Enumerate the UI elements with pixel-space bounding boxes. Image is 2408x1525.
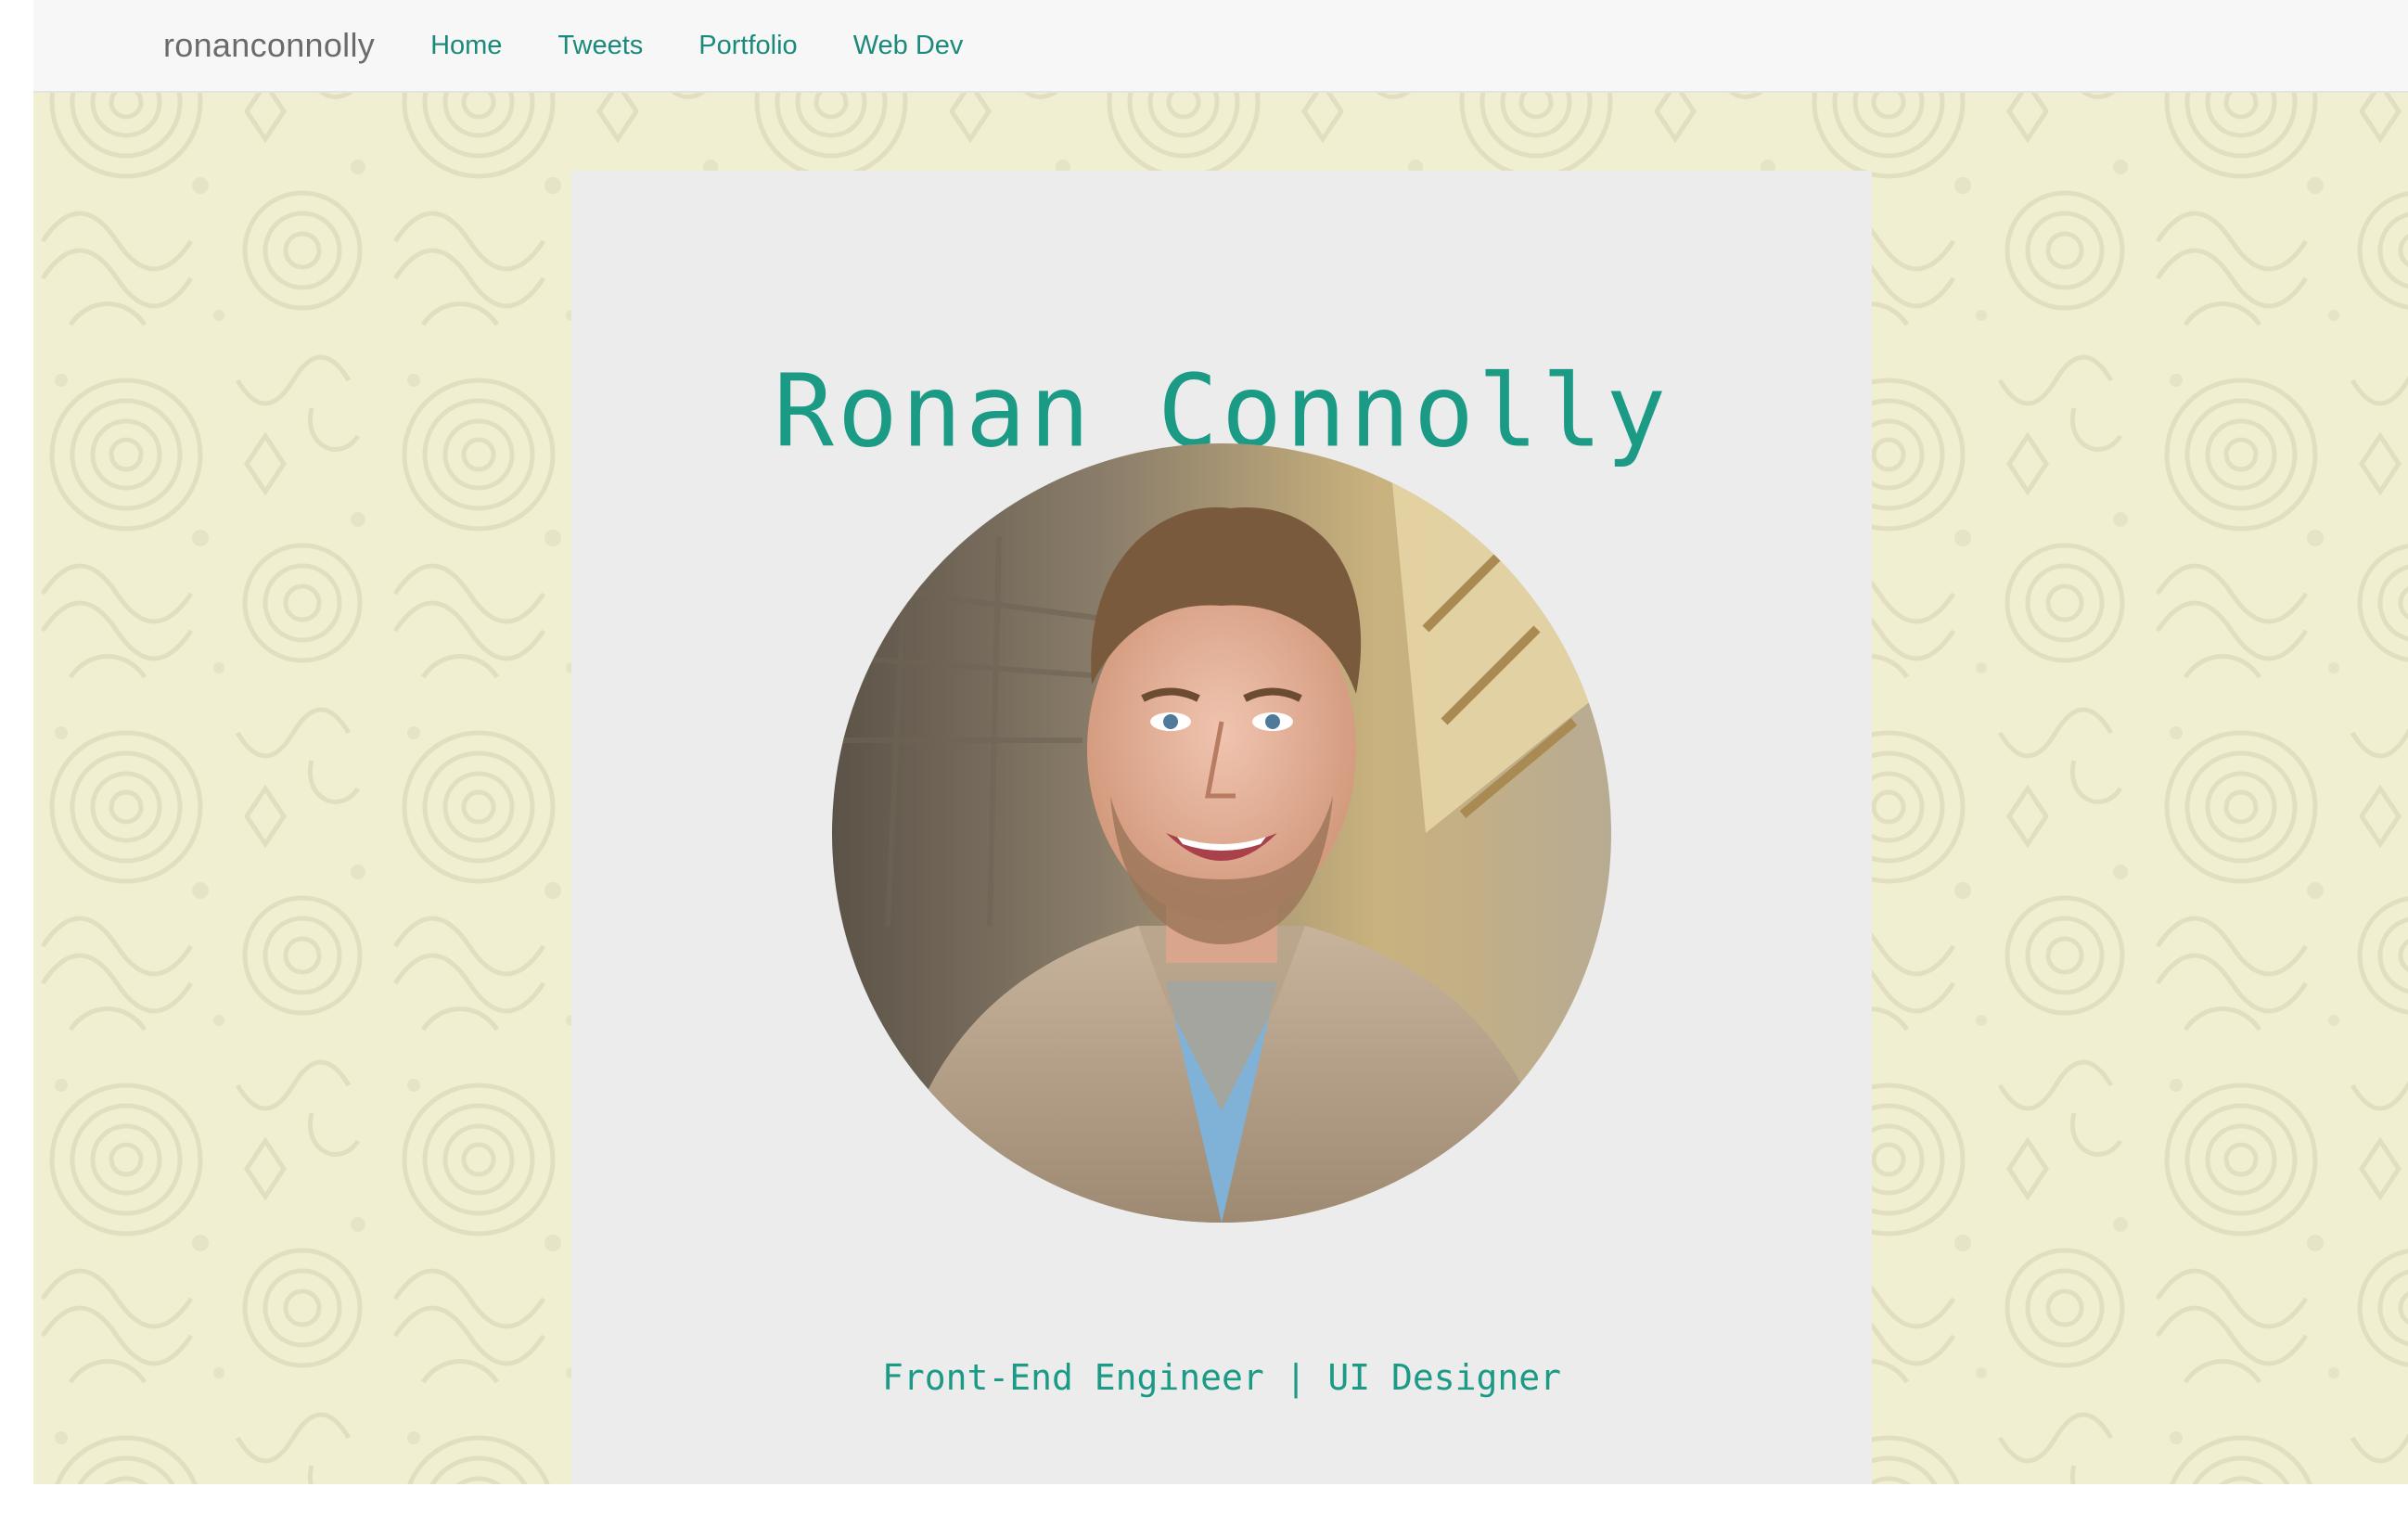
nav-link-web-dev[interactable]: Web Dev bbox=[853, 31, 964, 61]
page: ronanconnolly Home Tweets Portfolio Web … bbox=[33, 0, 2408, 1484]
main-nav: Home Tweets Portfolio Web Dev bbox=[430, 31, 963, 61]
hero-card: Ronan Connolly Front-End Engineer | UI D… bbox=[571, 171, 1872, 1484]
tagline: Front-End Engineer | UI Designer bbox=[881, 1357, 1562, 1398]
profile-photo-avatar bbox=[832, 443, 1611, 1223]
navbar: ronanconnolly Home Tweets Portfolio Web … bbox=[33, 0, 2408, 93]
nav-link-tweets[interactable]: Tweets bbox=[557, 31, 643, 61]
brand-link[interactable]: ronanconnolly bbox=[163, 26, 375, 65]
nav-link-home[interactable]: Home bbox=[430, 31, 502, 61]
nav-link-portfolio[interactable]: Portfolio bbox=[698, 31, 797, 61]
profile-photo-icon bbox=[832, 443, 1611, 1223]
